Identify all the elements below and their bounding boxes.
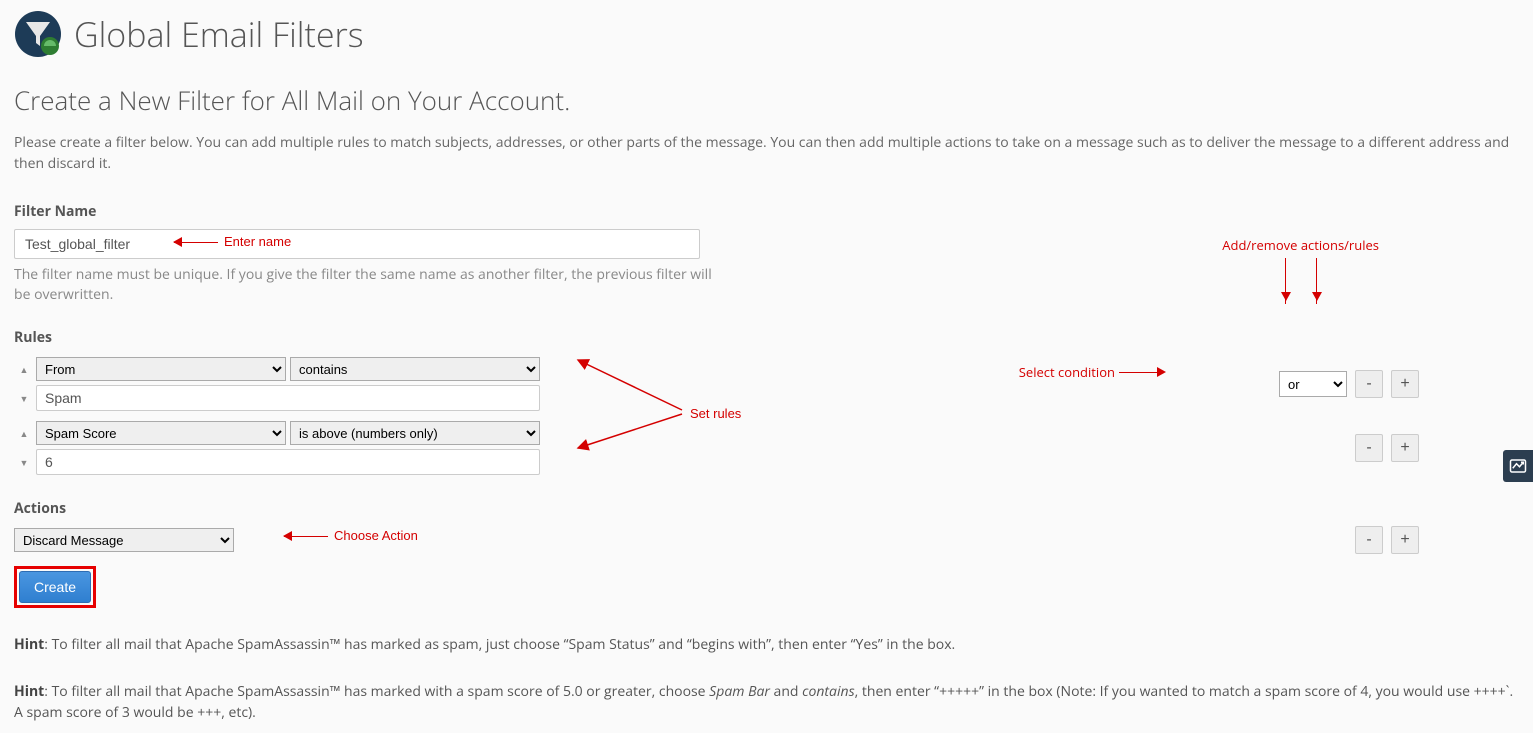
subheading: Create a New Filter for All Mail on Your…: [14, 82, 1519, 118]
remove-action-button[interactable]: -: [1355, 526, 1383, 554]
rule-row: ▲ ▼ Spam Score is above (numbers only) -…: [14, 419, 1519, 477]
rules-label: Rules: [14, 328, 1519, 347]
create-button-highlight: Create: [14, 566, 96, 608]
reorder-controls: ▲ ▼: [14, 429, 34, 467]
filter-name-label: Filter Name: [14, 202, 1519, 221]
add-rule-button[interactable]: +: [1391, 434, 1419, 462]
page-title: Global Email Filters: [74, 11, 364, 57]
rule-condition-select[interactable]: contains: [290, 357, 540, 381]
annotation-select-condition: Select condition: [1019, 363, 1169, 381]
add-action-button[interactable]: +: [1391, 526, 1419, 554]
page-header: Global Email Filters: [14, 10, 1519, 68]
filter-name-input[interactable]: [14, 229, 700, 259]
rule-part-select[interactable]: From: [36, 357, 286, 381]
chart-icon: [1509, 457, 1527, 475]
annotation-choose-action: Choose Action: [334, 528, 418, 543]
hint-1: Hint: To filter all mail that Apache Spa…: [14, 634, 1519, 655]
hint-2: Hint: To filter all mail that Apache Spa…: [14, 681, 1519, 723]
email-filter-icon: [14, 10, 62, 58]
remove-rule-button[interactable]: -: [1355, 370, 1383, 398]
create-button[interactable]: Create: [19, 571, 91, 603]
rule-value-input[interactable]: [36, 449, 540, 475]
actions-section: Actions Discard Message Choose Action - …: [14, 499, 1519, 608]
action-select[interactable]: Discard Message: [14, 528, 234, 552]
annotation-enter-name: Enter name: [224, 234, 291, 249]
annotation-add-remove: Add/remove actions/rules: [1222, 236, 1379, 304]
move-up-icon[interactable]: ▲: [20, 365, 29, 374]
add-rule-button[interactable]: +: [1391, 370, 1419, 398]
stats-side-tab[interactable]: [1503, 450, 1533, 482]
annotation-set-rules: Set rules: [690, 406, 741, 421]
intro-text: Please create a filter below. You can ad…: [14, 132, 1519, 174]
reorder-controls: ▲ ▼: [14, 365, 34, 403]
move-down-icon[interactable]: ▼: [20, 394, 29, 403]
rules-section: Rules Add/remove actions/rules ▲ ▼ From …: [14, 328, 1519, 477]
rule-condition-select[interactable]: is above (numbers only): [290, 421, 540, 445]
move-up-icon[interactable]: ▲: [20, 429, 29, 438]
move-down-icon[interactable]: ▼: [20, 458, 29, 467]
rule-value-input[interactable]: [36, 385, 540, 411]
actions-label: Actions: [14, 499, 1519, 518]
remove-rule-button[interactable]: -: [1355, 434, 1383, 462]
rule-row: ▲ ▼ From contains Select condition or - …: [14, 355, 1519, 413]
filter-name-help: The filter name must be unique. If you g…: [14, 265, 714, 304]
rule-join-select[interactable]: or: [1279, 371, 1347, 397]
rule-part-select[interactable]: Spam Score: [36, 421, 286, 445]
